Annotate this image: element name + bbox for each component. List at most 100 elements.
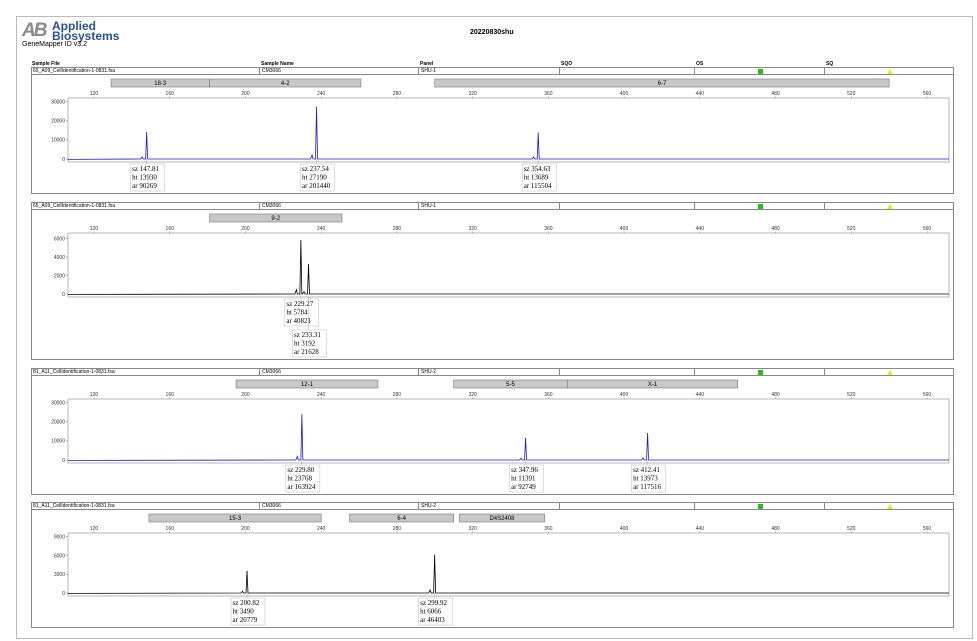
y-tick-label: 6000 <box>54 236 65 242</box>
electropherogram-3: 12-1 5-5 X-1 120 160 200 240 280 320 360 400 440 480… <box>51 379 950 493</box>
y-tick-label: 20000 <box>51 119 65 125</box>
peak-label-ar: ar 92749 <box>511 483 536 491</box>
plot-frame <box>67 532 950 597</box>
x-tick-label: 440 <box>696 226 705 232</box>
peak-point <box>146 131 148 133</box>
x-tick-label: 440 <box>696 526 705 532</box>
plot-frame <box>67 97 950 163</box>
x-tick-label: 320 <box>468 226 477 232</box>
x-tick-label: 280 <box>393 526 402 532</box>
peak-label-ar: ar 90269 <box>132 182 157 190</box>
electropherogram-2: 9-2 120 160 200 240 280 320 360 400 440 480 520 560 0… <box>54 213 950 358</box>
peak-label-ar: ar 115504 <box>524 182 552 190</box>
peak-label-ht: ht 6066 <box>420 608 442 616</box>
allele-bin-label: 15-3 <box>229 516 242 522</box>
y-tick-label: 0 <box>62 591 65 597</box>
x-tick-label: 360 <box>544 91 553 97</box>
y-tick-label: 4000 <box>54 255 65 261</box>
peak-label-ht: ht 3490 <box>233 608 255 616</box>
peak-label-sz: sz 229.27 <box>286 300 313 308</box>
panel-4: 81_A11_CellIdentification-1-0831.fsa CM30… <box>31 502 954 628</box>
panel-1: 65_A09_CellIdentification-1-0831.fsa CM30… <box>31 67 954 194</box>
y-tick-label: 3000 <box>54 572 65 578</box>
peak-label-sz: sz 233.31 <box>294 331 321 339</box>
peak-label-sz: sz 299.92 <box>420 599 447 607</box>
x-tick-label: 120 <box>90 526 99 532</box>
x-tick-label: 200 <box>241 226 250 232</box>
software-version: GeneMapper ID v3.2 <box>22 41 87 48</box>
x-tick-label: 360 <box>544 226 553 232</box>
y-tick-label: 0 <box>62 157 65 163</box>
allele-bin-label: 6-7 <box>658 81 667 87</box>
x-tick-label: 200 <box>241 526 250 532</box>
y-tick-label: 30000 <box>51 100 65 106</box>
peak-label-ht: ht 5784 <box>286 309 308 317</box>
x-tick-label: 400 <box>620 392 629 398</box>
x-tick-label: 240 <box>317 226 326 232</box>
x-tick-label: 160 <box>166 526 175 532</box>
x-tick-label: 160 <box>166 91 175 97</box>
x-tick-label: 320 <box>468 91 477 97</box>
x-tick-label: 280 <box>393 226 402 232</box>
peak-point <box>434 554 436 556</box>
peak-label-sz: sz 200.82 <box>233 599 260 607</box>
peak-label-ar: ar 201440 <box>302 182 331 190</box>
y-tick-label: 9000 <box>54 535 65 541</box>
x-tick-label: 400 <box>620 226 629 232</box>
x-tick-label: 120 <box>90 392 99 398</box>
x-tick-label: 480 <box>771 91 780 97</box>
allele-bin-label: 4-2 <box>281 81 290 87</box>
allele-bin-label: 5-5 <box>506 382 515 388</box>
x-tick-label: 280 <box>393 392 402 398</box>
peak-label-ar: ar 117516 <box>633 483 661 491</box>
peak-label-ht: ht 27190 <box>302 174 327 182</box>
peak-point <box>301 414 303 416</box>
allele-bin-label: X-1 <box>648 382 658 388</box>
trace-line <box>67 240 949 295</box>
peak-label-ar: ar 20779 <box>233 616 258 624</box>
allele-bin-label: 9-2 <box>271 216 280 222</box>
peak-label-sz: sz 354.63 <box>524 165 551 173</box>
peak-label-sz: sz 412.41 <box>633 466 660 474</box>
x-tick-label: 560 <box>923 392 932 398</box>
x-tick-label: 200 <box>241 392 250 398</box>
peak-label-sz: sz 147.81 <box>132 165 159 173</box>
plot-frame <box>67 398 950 464</box>
peak-label-ar: ar 163924 <box>287 483 316 491</box>
electropherogram-4: 15-3 6-4 D4S2408 120 160 200 240 280 320 360 400 44… <box>54 513 950 626</box>
peak-point <box>525 437 527 439</box>
peak-label-ht: ht 13689 <box>524 174 549 182</box>
peak-label-ht: ht 3192 <box>294 340 316 348</box>
x-tick-label: 520 <box>847 526 856 532</box>
allele-bin-label: 18-3 <box>154 81 167 87</box>
peak-point <box>537 132 539 134</box>
trace-line <box>67 555 949 594</box>
peak-point <box>647 432 649 434</box>
y-tick-label: 10000 <box>51 439 65 445</box>
trace-line <box>67 414 949 461</box>
x-tick-label: 240 <box>317 526 326 532</box>
peak-label-ht: ht 13973 <box>633 475 658 483</box>
y-tick-label: 0 <box>62 458 65 464</box>
peak-label-ht: ht 11391 <box>511 475 536 483</box>
allele-bin-label: D4S2408 <box>489 516 515 522</box>
peak-label-sz: sz 347.96 <box>511 466 538 474</box>
x-tick-label: 240 <box>317 392 326 398</box>
x-tick-label: 120 <box>90 226 99 232</box>
peak-label-ht: ht 13930 <box>132 174 157 182</box>
y-tick-label: 30000 <box>51 401 65 407</box>
y-tick-label: 10000 <box>51 138 65 144</box>
report-title: 20220830shu <box>470 29 514 36</box>
x-tick-label: 400 <box>620 91 629 97</box>
panel-3: 81_A11_CellIdentification-1-0831.fsa CM30… <box>31 368 954 495</box>
x-tick-label: 480 <box>771 392 780 398</box>
report-page: AB Applied Biosystems GeneMapper ID v3.2… <box>0 0 977 641</box>
peak-label-ar: ar 40821 <box>286 317 311 325</box>
x-tick-label: 320 <box>468 526 477 532</box>
peak-point <box>300 240 302 242</box>
peak-point <box>246 570 248 572</box>
peak-point <box>308 263 310 265</box>
x-tick-label: 520 <box>847 91 856 97</box>
trace-line <box>67 107 949 160</box>
y-tick-label: 20000 <box>51 420 65 426</box>
